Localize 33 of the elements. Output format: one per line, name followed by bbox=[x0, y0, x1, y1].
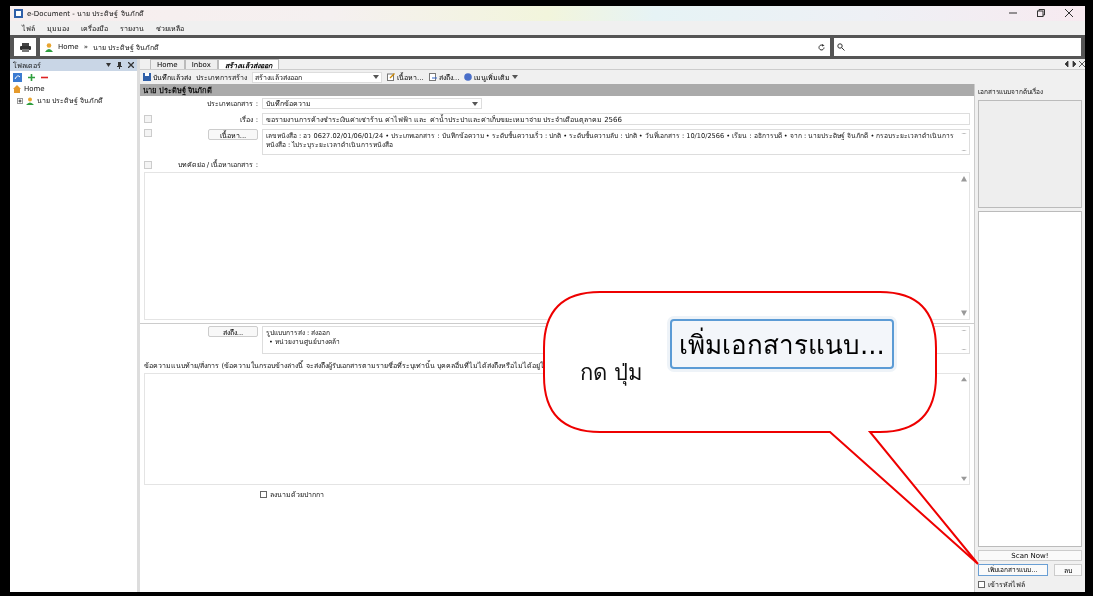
search-icon bbox=[837, 43, 845, 51]
save-icon bbox=[143, 73, 151, 81]
caret-icon bbox=[512, 75, 519, 79]
attachment-list[interactable] bbox=[978, 211, 1082, 547]
home-icon bbox=[13, 85, 21, 93]
callout-text: กด ปุ่ม bbox=[580, 359, 643, 388]
print-button[interactable] bbox=[14, 38, 36, 56]
drag-handle[interactable] bbox=[144, 160, 152, 169]
user-icon bbox=[26, 96, 34, 105]
caret-icon bbox=[472, 101, 478, 106]
pin-icon[interactable] bbox=[117, 61, 122, 69]
user-icon bbox=[45, 42, 53, 52]
minimize-icon bbox=[1009, 9, 1017, 17]
scroll-arrows-icon bbox=[961, 377, 967, 481]
close-icon bbox=[1065, 9, 1073, 17]
add-icon[interactable] bbox=[28, 74, 35, 81]
remove-icon[interactable] bbox=[41, 76, 48, 79]
scroll-arrows-icon bbox=[961, 133, 967, 151]
restore-icon bbox=[1037, 9, 1045, 17]
expand-icon[interactable] bbox=[17, 97, 23, 104]
close-icon[interactable] bbox=[128, 62, 134, 68]
dropdown-icon[interactable] bbox=[106, 63, 111, 67]
add-attachment-button[interactable]: เพิ่มเอกสารแนบ... bbox=[670, 319, 894, 369]
printer-icon bbox=[19, 42, 31, 52]
app-icon bbox=[14, 9, 23, 18]
search-field[interactable] bbox=[834, 38, 1081, 56]
edit-icon bbox=[387, 73, 395, 81]
scroll-arrows-icon bbox=[961, 176, 967, 316]
tab-scroll-icon[interactable] bbox=[1065, 61, 1085, 67]
scroll-arrows-icon bbox=[961, 330, 967, 350]
send-icon bbox=[428, 73, 437, 81]
globe-icon bbox=[464, 73, 473, 81]
caret-icon bbox=[373, 75, 379, 79]
